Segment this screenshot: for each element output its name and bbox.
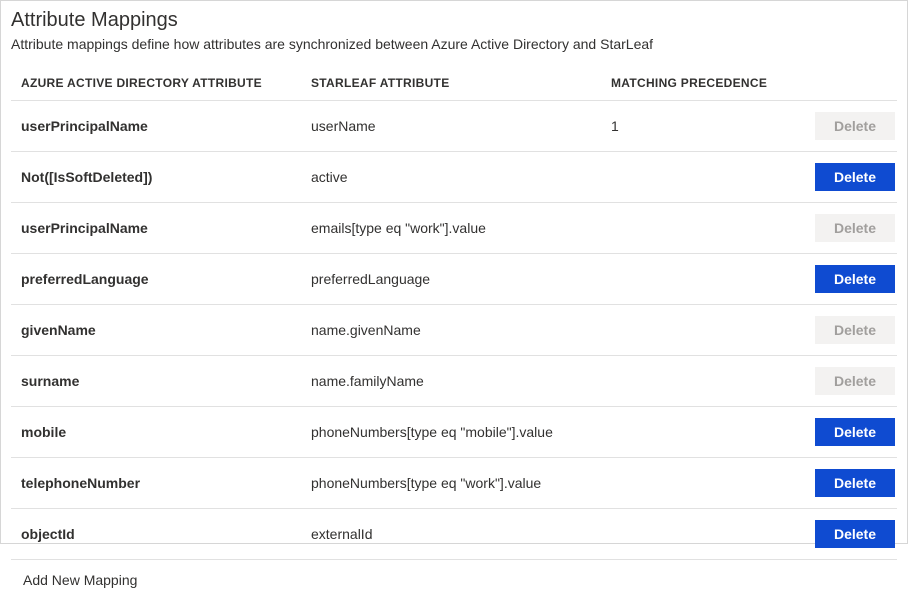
cell-aad-attribute: preferredLanguage [21, 271, 311, 287]
delete-button[interactable]: Delete [815, 163, 895, 191]
page-subtitle: Attribute mappings define how attributes… [11, 36, 897, 52]
cell-aad-attribute: objectId [21, 526, 311, 542]
cell-aad-attribute: telephoneNumber [21, 475, 311, 491]
mappings-table: AZURE ACTIVE DIRECTORY ATTRIBUTE STARLEA… [11, 66, 897, 560]
delete-button: Delete [815, 316, 895, 344]
table-row[interactable]: preferredLanguagepreferredLanguage Delete [11, 254, 897, 305]
delete-button: Delete [815, 367, 895, 395]
cell-starleaf-attribute: active [311, 169, 611, 185]
cell-action: Delete [811, 214, 897, 242]
attribute-mappings-panel: Attribute Mappings Attribute mappings de… [0, 0, 908, 544]
cell-aad-attribute: userPrincipalName [21, 118, 311, 134]
add-new-mapping-link[interactable]: Add New Mapping [11, 560, 897, 598]
cell-aad-attribute: givenName [21, 322, 311, 338]
table-row[interactable]: userPrincipalNameuserName1Delete [11, 101, 897, 152]
cell-action: Delete [811, 265, 897, 293]
cell-aad-attribute: mobile [21, 424, 311, 440]
cell-starleaf-attribute: userName [311, 118, 611, 134]
delete-button: Delete [815, 112, 895, 140]
cell-action: Delete [811, 163, 897, 191]
cell-action: Delete [811, 418, 897, 446]
header-matching: MATCHING PRECEDENCE [611, 76, 811, 90]
table-row[interactable]: telephoneNumberphoneNumbers[type eq "wor… [11, 458, 897, 509]
cell-action: Delete [811, 316, 897, 344]
cell-starleaf-attribute: phoneNumbers[type eq "mobile"].value [311, 424, 611, 440]
cell-starleaf-attribute: emails[type eq "work"].value [311, 220, 611, 236]
table-row[interactable]: userPrincipalNameemails[type eq "work"].… [11, 203, 897, 254]
page-title: Attribute Mappings [11, 9, 897, 32]
cell-matching-precedence: 1 [611, 118, 811, 134]
cell-action: Delete [811, 112, 897, 140]
cell-starleaf-attribute: name.familyName [311, 373, 611, 389]
cell-starleaf-attribute: phoneNumbers[type eq "work"].value [311, 475, 611, 491]
delete-button: Delete [815, 214, 895, 242]
delete-button[interactable]: Delete [815, 265, 895, 293]
table-header-row: AZURE ACTIVE DIRECTORY ATTRIBUTE STARLEA… [11, 66, 897, 101]
table-row[interactable]: surnamename.familyName Delete [11, 356, 897, 407]
cell-starleaf-attribute: name.givenName [311, 322, 611, 338]
cell-aad-attribute: userPrincipalName [21, 220, 311, 236]
cell-action: Delete [811, 469, 897, 497]
header-action [811, 76, 897, 90]
delete-button[interactable]: Delete [815, 469, 895, 497]
table-row[interactable]: givenNamename.givenName Delete [11, 305, 897, 356]
table-row[interactable]: Not([IsSoftDeleted])active Delete [11, 152, 897, 203]
cell-starleaf-attribute: externalId [311, 526, 611, 542]
cell-aad-attribute: Not([IsSoftDeleted]) [21, 169, 311, 185]
header-aad: AZURE ACTIVE DIRECTORY ATTRIBUTE [21, 76, 311, 90]
cell-action: Delete [811, 367, 897, 395]
header-starleaf: STARLEAF ATTRIBUTE [311, 76, 611, 90]
table-row[interactable]: mobilephoneNumbers[type eq "mobile"].val… [11, 407, 897, 458]
cell-starleaf-attribute: preferredLanguage [311, 271, 611, 287]
cell-aad-attribute: surname [21, 373, 311, 389]
table-row[interactable]: objectIdexternalIdDelete [11, 509, 897, 560]
delete-button[interactable]: Delete [815, 418, 895, 446]
